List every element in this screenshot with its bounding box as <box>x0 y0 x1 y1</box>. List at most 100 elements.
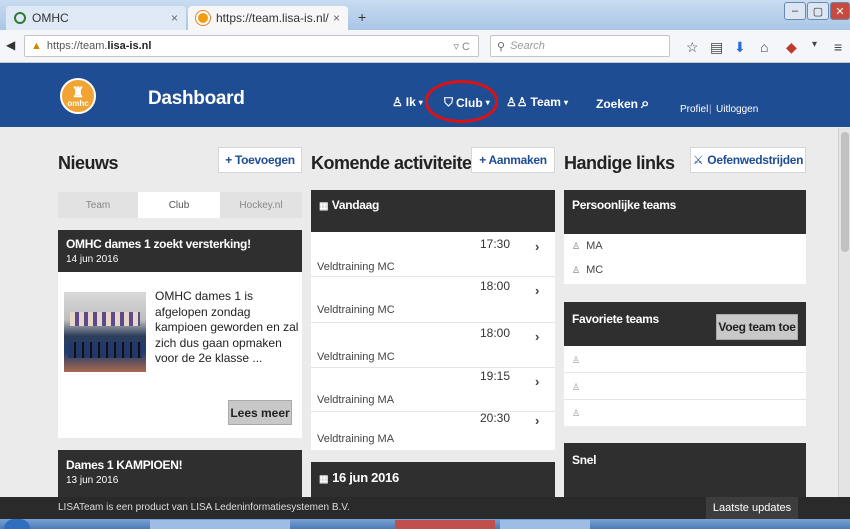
home-icon[interactable]: ⌂ <box>760 39 768 55</box>
photo-front-row <box>68 342 142 358</box>
button-label: Oefenwedstrijden <box>707 153 804 167</box>
close-icon[interactable]: × <box>171 11 178 25</box>
shirt-icon: ♙ <box>572 264 581 275</box>
reading-list-icon[interactable]: ▤ <box>710 39 723 56</box>
minimize-button[interactable]: – <box>784 2 806 20</box>
article-title: OMHC dames 1 zoekt versterking! <box>66 237 251 251</box>
snel-header: Snel <box>564 443 806 497</box>
tab-label: https://team.lisa-is.nl/ <box>216 11 329 25</box>
menu-label: Zoeken <box>596 96 639 111</box>
news-article-2[interactable]: Dames 1 KAMPIOEN! 13 jun 2016 <box>58 450 302 497</box>
page-title[interactable]: Dashboard <box>148 88 245 110</box>
close-window-button[interactable]: ✕ <box>830 2 850 20</box>
team-link-ma[interactable]: ♙ MA <box>572 240 603 252</box>
laatste-updates-button[interactable]: Laatste updates <box>706 497 798 519</box>
taskbar-item[interactable] <box>150 520 290 529</box>
page-scrollbar[interactable] <box>838 128 850 497</box>
menu-team[interactable]: ♙♙ Team ▾ <box>506 95 568 109</box>
activity-item[interactable]: 20:30 › Veldtraining MA <box>311 411 555 450</box>
tab-team[interactable]: Team <box>58 192 138 218</box>
today-label: Vandaag <box>331 198 380 212</box>
start-button[interactable] <box>4 519 30 529</box>
browser-titlebar: OMHC × https://team.lisa-is.nl/ × + – ▢ … <box>0 0 850 30</box>
activity-time: 20:30 <box>480 411 511 425</box>
shirts-icon: ♙♙ <box>506 95 528 109</box>
lees-meer-button[interactable]: Lees meer <box>228 400 292 425</box>
section-label: Persoonlijke teams <box>572 198 676 212</box>
footer: LISATeam is een product van LISA Ledenin… <box>0 497 850 519</box>
uitloggen-link[interactable]: Uitloggen <box>716 104 758 115</box>
dropdown-icon[interactable]: ▾ <box>812 39 817 50</box>
maximize-button[interactable]: ▢ <box>807 2 829 20</box>
tab-hockey[interactable]: Hockey.nl <box>220 192 302 218</box>
list-item[interactable]: ♙ <box>564 400 806 426</box>
calendar-icon: ▦ <box>319 474 329 485</box>
close-icon[interactable]: × <box>333 11 340 25</box>
activity-time: 17:30 <box>480 237 511 251</box>
taskbar-item[interactable] <box>395 520 495 529</box>
links-title: Handige links <box>564 153 675 173</box>
search-placeholder: Search <box>510 40 545 52</box>
search-input[interactable]: ⚲ Search <box>490 35 670 57</box>
menu-zoeken[interactable]: Zoeken ⌕ <box>596 95 649 112</box>
tab-omhc[interactable]: OMHC × <box>6 6 186 30</box>
club-logo[interactable]: ♜ omhc <box>60 78 96 114</box>
voeg-team-toe-button[interactable]: Voeg team toe <box>716 314 798 340</box>
profiel-link[interactable]: Profiel <box>680 104 708 115</box>
os-taskbar <box>0 519 850 529</box>
team-photo[interactable] <box>64 292 146 372</box>
team-name: MC <box>586 264 604 276</box>
scrollbar-thumb[interactable] <box>841 132 849 252</box>
warning-icon: ▲ <box>31 40 42 52</box>
article-header[interactable]: OMHC dames 1 zoekt versterking! 14 jun 2… <box>58 230 302 272</box>
persoonlijke-teams-list: ♙ MA ♙ MC <box>564 234 806 284</box>
new-tab-button[interactable]: + <box>358 9 366 25</box>
article-excerpt: OMHC dames 1 is afgelopen zondag kampioe… <box>155 289 299 365</box>
shirt-icon: ♙ <box>572 382 581 392</box>
oefenwedstrijden-button[interactable]: ⚔ Oefenwedstrijden <box>690 147 806 173</box>
shirt-icon: ♙ <box>572 355 581 365</box>
browser-navbar: ◀ ▲ https://team. lisa-is.nl ▿ C ⚲ Search… <box>0 30 850 63</box>
activity-item[interactable]: 17:30 › Veldtraining MC <box>311 232 555 277</box>
tab-lisa[interactable]: https://team.lisa-is.nl/ × <box>188 6 348 30</box>
tab-club[interactable]: Club <box>138 192 220 218</box>
chevron-right-icon: › <box>535 329 540 344</box>
activiteiten-title: Komende activiteiten <box>311 153 483 173</box>
team-link-mc[interactable]: ♙ MC <box>572 264 603 276</box>
logo-mark-icon: ♜ <box>71 83 85 100</box>
activity-time: 18:00 <box>480 326 511 340</box>
taskbar-item[interactable] <box>500 520 590 529</box>
separator: | <box>709 104 712 115</box>
activity-time: 18:00 <box>480 279 511 293</box>
activity-item[interactable]: 18:00 › Veldtraining MC <box>311 323 555 368</box>
logo-text: omhc <box>67 98 89 108</box>
activity-item[interactable]: 18:00 › Veldtraining MC <box>311 277 555 323</box>
activity-item[interactable]: 19:15 › Veldtraining MA <box>311 368 555 412</box>
chevron-right-icon: › <box>535 413 540 428</box>
menu-icon[interactable]: ≡ <box>834 39 842 55</box>
toevoegen-button[interactable]: + Toevoegen <box>218 147 302 173</box>
annotation-circle <box>425 80 498 123</box>
url-bar[interactable]: ▲ https://team. lisa-is.nl ▿ C <box>24 35 479 57</box>
list-item[interactable]: ♙ <box>564 373 806 400</box>
star-icon[interactable]: ☆ <box>686 39 699 56</box>
chevron-down-icon: ▾ <box>418 97 423 107</box>
shirt-icon: ♙ <box>392 95 403 109</box>
article-title: Dames 1 KAMPIOEN! <box>66 458 183 472</box>
reload-icon[interactable]: ▿ C <box>453 40 470 53</box>
activity-name: Veldtraining MC <box>317 304 395 316</box>
article-date: 14 jun 2016 <box>66 254 119 265</box>
aanmaken-button[interactable]: + Aanmaken <box>471 147 555 173</box>
back-icon[interactable]: ◀ <box>6 38 15 52</box>
extension-icon[interactable]: ◆ <box>786 39 797 56</box>
download-icon[interactable]: ⬇ <box>734 39 746 56</box>
section-label: Snel <box>572 453 597 467</box>
shirt-icon: ♙ <box>572 240 581 251</box>
lisa-favicon-icon <box>196 11 210 25</box>
menu-label: Team <box>530 95 561 109</box>
menu-label: Ik <box>405 95 416 109</box>
menu-ik[interactable]: ♙ Ik ▾ <box>392 95 423 109</box>
shirt-icon: ♙ <box>572 408 581 418</box>
news-article: OMHC dames 1 zoekt versterking! 14 jun 2… <box>58 230 302 438</box>
list-item[interactable]: ♙ <box>564 346 806 373</box>
